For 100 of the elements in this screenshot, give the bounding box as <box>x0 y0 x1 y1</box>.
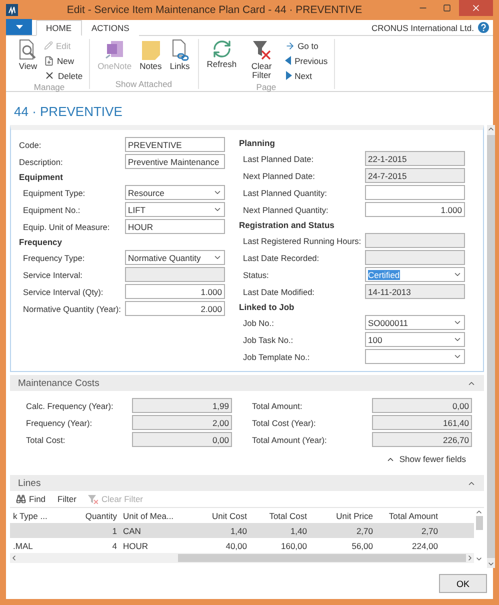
toolbar-button[interactable]: Filter <box>58 494 76 504</box>
sticky-note-icon <box>140 39 161 61</box>
column-header[interactable]: Total Cost <box>250 510 310 520</box>
field-label: Total Amount (Year): <box>252 434 328 444</box>
input-field[interactable]: HOUR <box>125 219 225 234</box>
delete-icon <box>44 70 55 81</box>
horizontal-scrollbar[interactable] <box>10 553 474 563</box>
ok-button[interactable]: OK <box>439 574 487 593</box>
field-label: Job Task No.: <box>243 334 294 344</box>
field-label: Equipment Type: <box>23 188 86 198</box>
input-field[interactable]: 1.000 <box>365 202 465 217</box>
column-header[interactable]: Unit Cost <box>190 510 250 520</box>
ribbon-button[interactable]: New <box>44 54 83 67</box>
triangle-left-icon <box>284 56 292 65</box>
input-field[interactable]: 0,00 <box>132 432 232 447</box>
help-icon[interactable] <box>478 22 489 33</box>
column-header[interactable]: Quantity <box>70 510 120 520</box>
table-cell-text: 2,70 <box>420 526 439 536</box>
column-header[interactable]: Unit of Mea... <box>120 510 190 520</box>
dropdown-field[interactable]: 100 <box>365 332 465 347</box>
ribbon-button[interactable]: Refresh <box>204 39 239 82</box>
field-label: Service Interval: <box>23 270 84 280</box>
field-label: Equip. Unit of Measure: <box>23 222 111 232</box>
table-cell-text: HOUR <box>122 540 150 550</box>
ribbon-button[interactable]: Go to <box>284 39 328 52</box>
dropdown-field[interactable]: SO000011 <box>365 315 465 330</box>
dropdown-field[interactable]: LIFT <box>125 202 225 217</box>
input-field[interactable]: PREVENTIVE <box>125 137 225 152</box>
notebook-icon <box>104 39 125 61</box>
field-label: Total Amount: <box>252 400 304 410</box>
table-cell-text: .MAL <box>12 540 34 550</box>
ribbon-button[interactable]: Notes <box>138 39 164 79</box>
field-label: Next Planned Date: <box>243 170 316 180</box>
input-field[interactable]: 2,00 <box>132 415 232 430</box>
dropdown-field[interactable]: Resource <box>125 185 225 200</box>
field-label: Last Planned Date: <box>243 154 315 164</box>
new-document-icon <box>44 56 54 66</box>
field-label: Frequency (Year): <box>26 418 94 428</box>
scroll-up-icon[interactable] <box>475 508 483 516</box>
table-cell-text: 40,00 <box>224 540 248 550</box>
ribbon-button[interactable]: Delete <box>44 69 83 82</box>
field-label: Last Date Modified: <box>243 286 316 296</box>
table-cell-text: 4 <box>111 540 118 550</box>
input-field[interactable]: 1,99 <box>132 398 232 413</box>
section-title: Maintenance Costs <box>18 378 100 388</box>
field-label: Total Cost (Year): <box>252 418 317 428</box>
ribbon-button[interactable]: Links <box>168 39 192 79</box>
table-cell-text: 1 <box>111 526 118 536</box>
table-cell-text: 56,00 <box>350 540 374 550</box>
section-header[interactable]: Maintenance Costs <box>10 375 484 391</box>
ribbon-button[interactable]: View <box>16 39 40 82</box>
chevron-down-icon <box>453 270 462 279</box>
input-field[interactable] <box>125 267 225 282</box>
field-label: Description: <box>19 156 64 166</box>
table-cell-text: 2,70 <box>355 526 374 536</box>
ribbon-tab[interactable]: HOME <box>36 20 82 36</box>
field-label: Total Cost: <box>26 434 66 444</box>
app-menu-button[interactable] <box>6 19 32 35</box>
input-field[interactable]: 161,40 <box>372 415 472 430</box>
table-scrollbar[interactable] <box>474 508 484 563</box>
input-field[interactable]: 2.000 <box>125 301 225 316</box>
input-field[interactable]: 24-7-2015 <box>365 168 465 183</box>
column-header[interactable]: Unit Price <box>310 510 376 520</box>
input-field[interactable]: Preventive Maintenance <box>125 154 225 169</box>
group-label: Page <box>255 82 278 92</box>
binoculars-icon <box>16 494 26 504</box>
company-name: CRONUS International Ltd. <box>371 22 474 32</box>
field-label: Last Date Recorded: <box>243 252 320 262</box>
group-label: Show Attached <box>114 79 174 89</box>
scroll-right-icon[interactable] <box>466 554 474 562</box>
input-field[interactable] <box>365 233 465 248</box>
section-header[interactable]: Lines <box>10 475 484 491</box>
table-cell-text: 1,40 <box>289 526 308 536</box>
dropdown-field[interactable]: Normative Quantity <box>125 250 225 265</box>
input-field[interactable]: 226,70 <box>372 432 472 447</box>
input-field[interactable]: 0,00 <box>372 398 472 413</box>
group-label: Manage <box>32 82 66 92</box>
show-fewer-fields-link[interactable]: Show fewer fields <box>386 454 466 464</box>
field-label: Job No.: <box>243 318 275 328</box>
group-heading: Linked to Job <box>239 301 296 314</box>
column-header[interactable]: Total Amount <box>376 510 441 520</box>
field-label: Frequency Type: <box>23 252 86 262</box>
ribbon-button[interactable]: Next <box>284 69 328 82</box>
scroll-up-icon[interactable] <box>487 125 495 133</box>
vertical-scrollbar[interactable] <box>487 125 495 568</box>
input-field[interactable]: 22-1-2015 <box>365 151 465 166</box>
close-button[interactable] <box>459 0 493 16</box>
input-field[interactable]: 14-11-2013 <box>365 284 465 299</box>
table-row[interactable]: .MAL 4 HOUR 40,00 160,00 56,00 224,00 <box>10 538 474 553</box>
toolbar-button[interactable]: Find <box>16 494 46 504</box>
input-field[interactable]: 1.000 <box>125 284 225 299</box>
field-label: Normative Quantity (Year): <box>23 304 122 314</box>
dropdown-field[interactable] <box>365 349 465 364</box>
input-field[interactable] <box>365 250 465 265</box>
column-header[interactable]: k Type ... <box>10 510 70 520</box>
input-field[interactable] <box>365 185 465 200</box>
ribbon-button[interactable]: Clear Filter <box>242 39 281 82</box>
ribbon-button[interactable]: Previous <box>284 54 328 67</box>
scroll-left-icon[interactable] <box>10 554 18 562</box>
table-row[interactable]: 1 CAN 1,40 1,40 2,70 2,70 <box>10 523 474 538</box>
